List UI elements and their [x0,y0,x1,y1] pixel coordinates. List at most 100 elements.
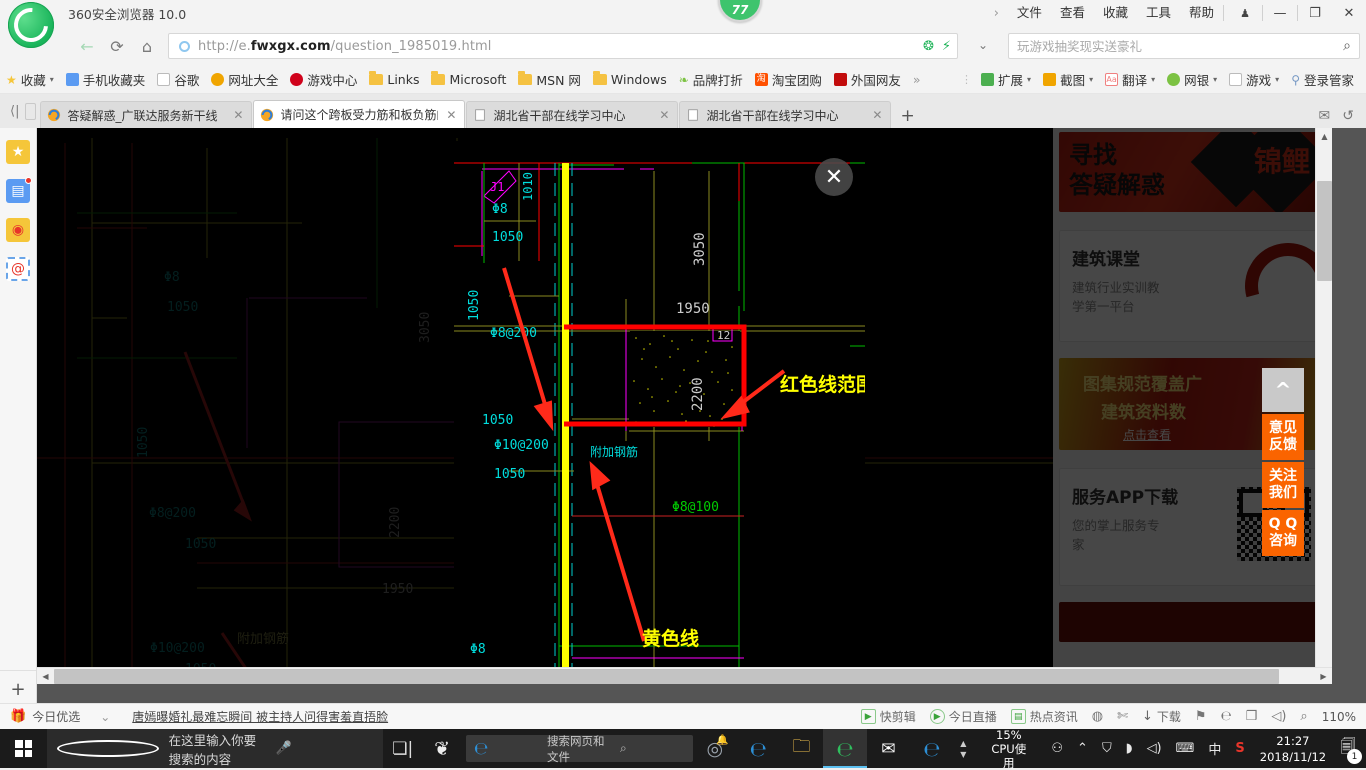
cortana-search-box[interactable]: 在这里输入你要搜索的内容 🎤 [47,729,384,768]
skin-icon[interactable]: ♟ [1228,0,1262,26]
toolbar-login-manager[interactable]: ⚲ 登录管家 [1285,69,1366,91]
window-icon[interactable]: ❒ [1246,709,1258,724]
tab-0[interactable]: 答疑解惑_广联达服务新干线 ✕ [40,101,253,128]
search-input[interactable] [1017,38,1344,54]
zoom-level-label[interactable]: 110% [1322,710,1356,724]
taskbar-app-explorer[interactable]: 🗀 [780,729,823,768]
tray-chevron-up-icon[interactable]: ⌃ [1070,729,1095,768]
tab-close-icon[interactable]: ✕ [657,108,671,122]
bookmark-msn[interactable]: MSN 网 [512,69,587,91]
taskbar-app-mail[interactable]: ✉ [867,729,910,768]
toolbar-extensions[interactable]: 扩展 ▾ [975,69,1037,91]
menu-tools[interactable]: 工具 [1137,0,1180,26]
chevron-down-icon[interactable]: ▾ [50,75,54,84]
tray-sogou-icon[interactable]: S [1228,729,1251,768]
tray-wifi-icon[interactable]: ◗ [1119,729,1140,768]
chevron-down-icon[interactable]: ▾ [1027,75,1031,84]
bookmarks-drag-handle[interactable]: ⋮ [958,73,975,86]
new-tab-button[interactable]: + [892,106,924,128]
shield-icon[interactable]: ◍ [1092,709,1103,724]
bookmark-windows[interactable]: Windows [587,69,673,91]
bookmark-google[interactable]: 谷歌 [151,69,205,91]
bookmarks-overflow[interactable]: » [907,69,927,91]
bookmark-hao360[interactable]: 网址大全 [205,69,284,91]
toolbar-games[interactable]: 游戏 ▾ [1223,69,1285,91]
chevron-down-icon[interactable]: ▾ [1213,75,1217,84]
tray-safe-icon[interactable]: ⛉ [1095,729,1119,768]
follow-us-button[interactable]: 关注 我们 [1262,462,1304,508]
taskbar-clock[interactable]: 21:27 2018/11/12 [1252,733,1334,765]
tabs-scroll-left-icon[interactable]: ⟨| [10,104,19,119]
menu-favorites[interactable]: 收藏 [1094,0,1137,26]
taskbar-app-360browser[interactable]: ℮ [823,729,867,768]
tab-2[interactable]: 湖北省干部在线学习中心 ✕ [466,101,679,128]
news-icon[interactable]: ▤ [6,177,32,203]
mail-icon[interactable]: ✉ [1319,108,1331,124]
scroll-up-icon[interactable]: ▲ [1316,128,1333,145]
status-download[interactable]: ↓ 下载 [1142,708,1181,725]
maximize-button[interactable]: ❐ [1298,0,1332,26]
tray-volume-icon[interactable]: ◁) [1140,729,1169,768]
taskbar-app-sogou[interactable]: ❦ [422,729,461,768]
security-score-badge[interactable]: 77 [718,0,762,22]
volume-icon[interactable]: ◁) [1271,709,1286,724]
menu-help[interactable]: 帮助 [1180,0,1223,26]
edge-search-pill[interactable]: ℮ 搜索网页和文件 ⌕ [465,734,694,764]
taskbar-app-360-circle[interactable]: ◎ 🔔 [693,729,736,768]
undo-icon[interactable]: ↺ [1342,108,1354,124]
rocket-icon[interactable]: ✄ [1117,709,1128,724]
status-quick-edit[interactable]: ▶ 快剪辑 [860,708,916,725]
tab-close-icon[interactable]: ✕ [231,108,245,122]
flag-icon[interactable]: ⚑ [1195,709,1207,724]
search-icon[interactable]: ⌕ [620,741,685,756]
titlebar-overflow-chevron[interactable]: › [985,6,1008,21]
menu-view[interactable]: 查看 [1051,0,1094,26]
chevron-down-icon[interactable]: ▾ [1275,75,1279,84]
chevron-down-icon[interactable]: ▾ [1151,75,1155,84]
add-sidebar-app-button[interactable]: + [0,670,36,700]
news-chevron-icon[interactable]: ⌄ [100,710,110,724]
mic-icon[interactable]: 🎤 [276,741,373,756]
status-news-link[interactable]: 唐嫣曝婚礼最难忘瞬间 被主持人问得害羞直捂脸 [132,708,388,725]
browser-search-box[interactable]: ⌕ [1008,33,1360,59]
chevron-down-icon[interactable]: ▾ [1089,75,1093,84]
taskbar-app-edge[interactable]: ℮ [910,729,953,768]
notification-center-button[interactable]: 🗐 1 [1334,729,1362,768]
tray-keyboard-icon[interactable]: ⌨ [1169,729,1202,768]
tab-close-icon[interactable]: ✕ [870,108,884,122]
menu-file[interactable]: 文件 [1008,0,1051,26]
refresh-circle-icon[interactable]: ❂ [923,39,934,54]
search-engine-chevron[interactable]: ⌄ [978,38,988,52]
lightbox-image-viewer[interactable]: 12 Φ8 1050 1050 1050 Φ8 Φ10@200 1050 Φ8@… [454,141,865,684]
bookmark-brand-discount[interactable]: ❧ 品牌打折 [673,69,749,91]
taskbar-app-ie[interactable]: ℮ [736,729,779,768]
home-icon[interactable]: ⌂ [132,33,162,59]
tab-list-icon[interactable] [25,102,37,120]
bookmark-foreign-friends[interactable]: 外国网友 [828,69,907,91]
status-hot-news[interactable]: ▤ 热点资讯 [1010,708,1078,725]
taskbar-scroll-arrows[interactable]: ▲ ▼ [953,738,973,760]
tab-3[interactable]: 湖北省干部在线学习中心 ✕ [679,101,892,128]
tab-close-icon[interactable]: ✕ [444,108,458,122]
zoom-icon[interactable]: ⌕ [1300,709,1307,724]
bookmark-links[interactable]: Links [363,69,425,91]
page-vertical-scrollbar[interactable]: ▲ ▼ [1315,128,1332,684]
lightning-icon[interactable]: ⚡ [942,39,951,54]
bookmark-microsoft[interactable]: Microsoft [425,69,512,91]
bookmark-favorites[interactable]: ★ 收藏 ▾ [0,69,60,91]
toolbar-translate[interactable]: Aa 翻译 ▾ [1099,69,1161,91]
tray-ime-icon[interactable]: 中 [1201,729,1228,768]
close-lightbox-button[interactable]: ✕ [815,158,853,196]
horizontal-scroll-thumb[interactable] [54,669,1279,684]
scroll-left-icon[interactable]: ◀ [37,668,54,685]
tab-1[interactable]: 请问这个跨板受力筋和板负筋的补 ✕ [253,100,466,128]
scroll-right-icon[interactable]: ▶ [1315,668,1332,685]
page-horizontal-scrollbar[interactable]: ◀ ▶ [37,667,1332,684]
search-icon[interactable]: ⌕ [1343,38,1351,54]
toolbar-bank[interactable]: 网银 ▾ [1161,69,1223,91]
toolbar-screenshot[interactable]: 截图 ▾ [1037,69,1099,91]
minimize-button[interactable]: — [1263,0,1297,26]
status-live[interactable]: ▶ 今日直播 [929,708,997,725]
bookmark-taobao[interactable]: 淘 淘宝团购 [749,69,828,91]
reload-icon[interactable]: ⟳ [102,33,132,59]
